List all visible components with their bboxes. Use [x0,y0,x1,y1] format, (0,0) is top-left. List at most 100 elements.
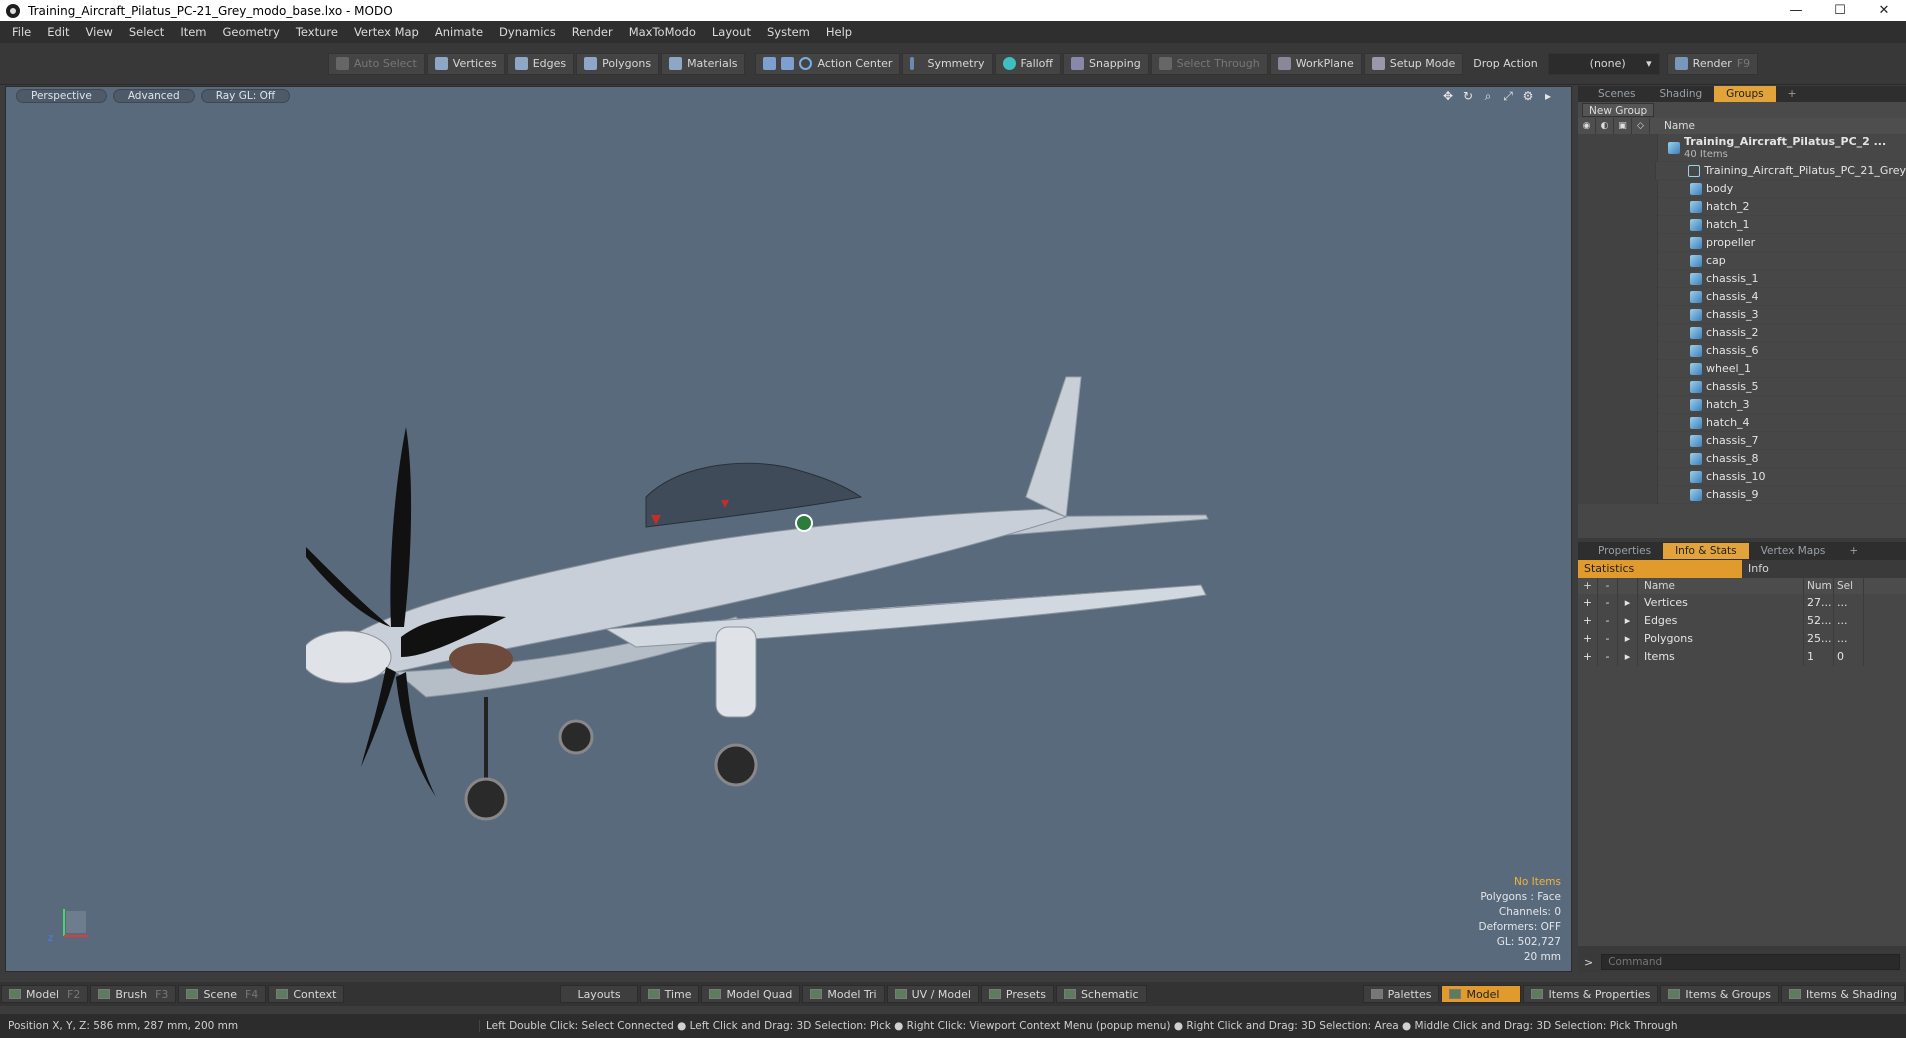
select-column-icon[interactable]: ◇ [1632,118,1650,134]
tab-groups[interactable]: Groups [1714,86,1776,102]
command-input[interactable] [1601,954,1900,970]
close-button[interactable]: ✕ [1862,0,1906,21]
list-item[interactable]: hatch_4 [1578,413,1906,432]
workplane-button[interactable]: WorkPlane [1269,52,1362,75]
tab-info-stats[interactable]: Info & Stats [1663,543,1749,559]
list-item[interactable]: chassis_2 [1578,323,1906,342]
list-item[interactable]: chassis_3 [1578,305,1906,324]
expand-button[interactable]: + [1578,594,1598,612]
menu-geometry[interactable]: Geometry [215,21,288,43]
perspective-tab[interactable]: Perspective [16,89,107,103]
presets-button[interactable]: Presets [980,985,1054,1003]
menu-edit[interactable]: Edit [39,21,77,43]
list-item[interactable]: body [1578,179,1906,198]
setup-mode-button[interactable]: Setup Mode [1363,52,1464,75]
list-item[interactable]: hatch_3 [1578,395,1906,414]
menu-help[interactable]: Help [818,21,860,43]
triangle-right-icon[interactable]: ▸ [1618,630,1638,648]
list-item[interactable]: hatch_1 [1578,215,1906,234]
aircraft-model[interactable] [306,367,1306,847]
list-item[interactable]: cap [1578,251,1906,270]
auto-select-button[interactable]: Auto Select [327,52,425,75]
collapse-button[interactable]: - [1598,630,1618,648]
menu-animate[interactable]: Animate [427,21,491,43]
expand-button[interactable]: + [1578,630,1598,648]
maximize-button[interactable]: ☐ [1818,0,1862,21]
model-layout-button[interactable]: Model F2 [1,985,89,1003]
triangle-right-icon[interactable]: ▸ [1618,648,1638,666]
collapse-button[interactable]: - [1598,612,1618,630]
render-button[interactable]: Render F9 [1666,52,1759,75]
add-tab-button[interactable]: + [1776,86,1809,102]
menu-vertex-map[interactable]: Vertex Map [346,21,427,43]
tab-properties[interactable]: Properties [1586,543,1663,559]
drop-action-select[interactable]: (none) ▾ [1547,52,1660,75]
table-row[interactable]: + - ▸ Edges 52...... [1578,612,1906,630]
list-item[interactable]: hatch_2 [1578,197,1906,216]
fit-icon[interactable]: ⤢ [1501,89,1515,103]
minimize-button[interactable]: — [1774,0,1818,21]
advanced-tab[interactable]: Advanced [112,89,195,103]
add-panel-tab-button[interactable]: + [1837,543,1870,559]
items-groups-button[interactable]: Items & Groups [1660,985,1779,1003]
scene-layout-button[interactable]: Scene F4 [178,985,267,1003]
menu-select[interactable]: Select [121,21,172,43]
menu-item[interactable]: Item [172,21,214,43]
list-item[interactable]: chassis_7 [1578,431,1906,450]
list-item[interactable]: propeller [1578,233,1906,252]
collapse-button[interactable]: - [1598,594,1618,612]
polygons-button[interactable]: Polygons [576,52,660,75]
raygl-tab[interactable]: Ray GL: Off [200,89,291,103]
model-quad-button[interactable]: Model Quad [701,985,801,1003]
table-row[interactable]: + - ▸ Vertices 27...... [1578,594,1906,612]
context-layout-button[interactable]: Context [268,985,345,1003]
tab-vertex-maps[interactable]: Vertex Maps [1749,543,1838,559]
palettes-button[interactable]: Palettes [1362,985,1440,1003]
falloff-button[interactable]: Falloff [994,52,1061,75]
menu-system[interactable]: System [759,21,818,43]
time-button[interactable]: Time [639,985,700,1003]
list-item[interactable]: chassis_6 [1578,341,1906,360]
menu-maxtomodo[interactable]: MaxToModo [621,21,704,43]
list-item[interactable]: chassis_1 [1578,269,1906,288]
expand-button[interactable]: + [1578,612,1598,630]
menu-layout[interactable]: Layout [704,21,759,43]
items-shading-button[interactable]: Items & Shading [1780,985,1906,1003]
menu-render[interactable]: Render [564,21,621,43]
tab-info[interactable]: Info [1742,560,1906,578]
render-column-icon[interactable]: ◐ [1596,118,1614,134]
tab-statistics[interactable]: Statistics [1578,560,1742,578]
model-tab-button[interactable]: Model [1441,985,1522,1003]
list-item[interactable]: chassis_9 [1578,485,1906,504]
list-item[interactable]: chassis_5 [1578,377,1906,396]
zoom-icon[interactable]: ⌕ [1481,89,1495,103]
action-center-button[interactable]: Action Center [755,52,901,75]
vertices-button[interactable]: Vertices [426,52,505,75]
edges-button[interactable]: Edges [506,52,575,75]
tab-scenes[interactable]: Scenes [1586,86,1647,102]
symmetry-button[interactable]: Symmetry [902,52,993,75]
model-tri-button[interactable]: Model Tri [802,985,885,1003]
uv-model-button[interactable]: UV / Model [886,985,979,1003]
tab-shading[interactable]: Shading [1647,86,1714,102]
rotate-icon[interactable]: ↻ [1461,89,1475,103]
expand-button[interactable]: + [1578,648,1598,666]
triangle-right-icon[interactable]: ▸ [1618,612,1638,630]
visibility-eye-icon[interactable]: ◉ [1578,118,1596,134]
items-properties-button[interactable]: Items & Properties [1523,985,1659,1003]
snapping-button[interactable]: Snapping [1063,52,1149,75]
list-item[interactable]: chassis_4 [1578,287,1906,306]
expand-arrow-icon[interactable]: ▸ [1541,89,1555,103]
collapse-button[interactable]: - [1598,648,1618,666]
collapse-all-button[interactable]: - [1598,578,1618,594]
3d-viewport[interactable]: Perspective Advanced Ray GL: Off ✥ ↻ ⌕ ⤢… [5,86,1572,972]
triangle-right-icon[interactable]: ▸ [1618,594,1638,612]
menu-file[interactable]: File [4,21,39,43]
materials-button[interactable]: Materials [661,52,746,75]
brush-layout-button[interactable]: Brush F3 [90,985,177,1003]
gear-icon[interactable]: ⚙ [1521,89,1535,103]
layouts-button[interactable]: Layouts [560,985,638,1003]
pan-icon[interactable]: ✥ [1441,89,1455,103]
schematic-button[interactable]: Schematic [1055,985,1147,1003]
menu-dynamics[interactable]: Dynamics [491,21,564,43]
